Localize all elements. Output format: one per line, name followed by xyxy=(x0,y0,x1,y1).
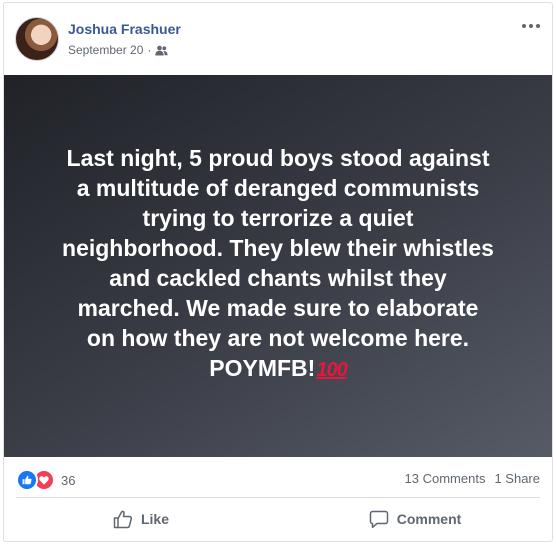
post-text-line: on how they are not welcome here. xyxy=(86,325,470,351)
avatar[interactable] xyxy=(15,17,59,61)
comments-count-link[interactable]: 13 Comments xyxy=(405,471,486,486)
post-stats: 36 13 Comments 1 Share xyxy=(4,461,552,495)
like-reaction-icon[interactable] xyxy=(16,469,38,491)
thumbs-up-icon xyxy=(113,510,133,529)
divider xyxy=(16,497,540,498)
post-background: Last night, 5 proud boys stood against a… xyxy=(4,75,552,457)
like-button[interactable]: Like xyxy=(4,501,278,537)
meta-separator: · xyxy=(147,43,152,57)
post-text-line: trying to terrorize a quiet xyxy=(142,205,414,231)
post-text: Last night, 5 proud boys stood against a… xyxy=(28,143,528,385)
action-bar: Like Comment xyxy=(4,501,552,537)
friends-icon[interactable] xyxy=(155,45,169,56)
post-text-line: Last night, 5 proud boys stood against xyxy=(66,145,490,171)
post-card: Joshua Frashuer September 20 · Last nigh… xyxy=(3,2,553,542)
comment-button[interactable]: Comment xyxy=(278,501,552,537)
reactions-summary[interactable]: 36 xyxy=(16,469,75,491)
post-text-last-line: POYMFB!100 xyxy=(28,353,528,385)
comment-label: Comment xyxy=(396,511,462,527)
post-text-line: neighborhood. They blew their whistles xyxy=(62,235,494,261)
engagement-counts: 13 Comments 1 Share xyxy=(405,471,540,486)
post-text-line: a multitude of deranged communists xyxy=(76,175,480,201)
post-date[interactable]: September 20 xyxy=(68,43,143,57)
more-options-icon[interactable] xyxy=(520,19,542,33)
shares-count-link[interactable]: 1 Share xyxy=(494,471,540,486)
post-text-final: POYMFB! xyxy=(209,355,316,381)
100-emoji-icon: 100 xyxy=(316,359,347,381)
like-label: Like xyxy=(140,511,169,527)
comment-icon xyxy=(369,510,389,529)
post-text-line: marched. We made sure to elaborate xyxy=(77,295,479,321)
post-meta: September 20 · xyxy=(68,43,169,57)
reaction-count[interactable]: 36 xyxy=(61,473,75,488)
post-header: Joshua Frashuer September 20 · xyxy=(4,3,552,75)
post-text-line: and cackled chants whilst they xyxy=(109,265,447,291)
author-name[interactable]: Joshua Frashuer xyxy=(68,21,181,37)
